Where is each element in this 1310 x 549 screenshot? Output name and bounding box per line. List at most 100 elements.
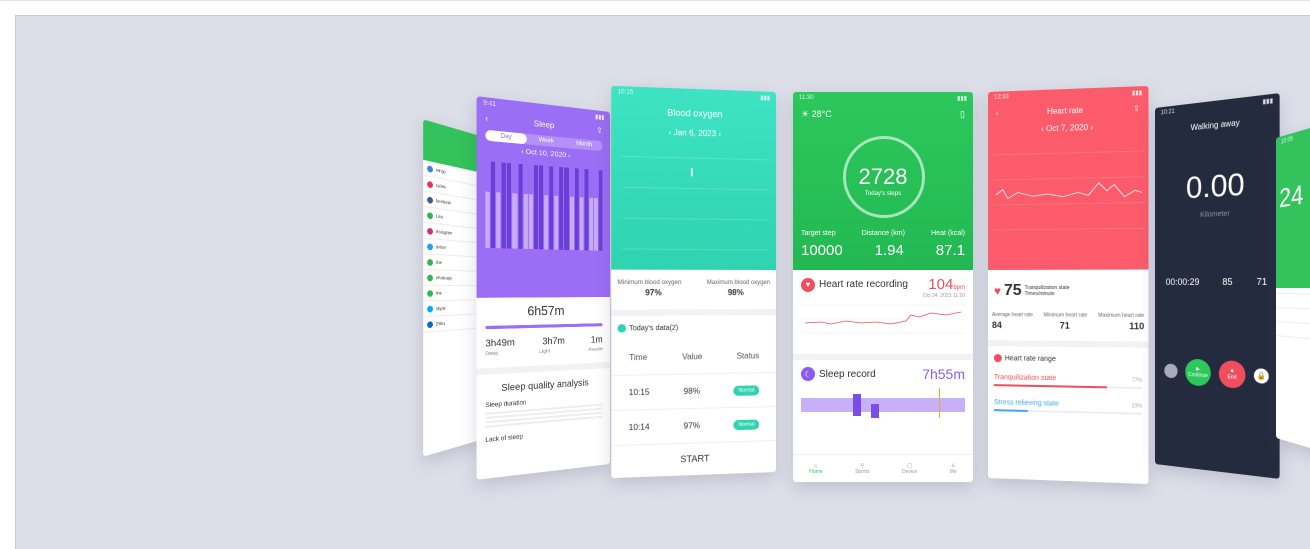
awake-value: 1m — [591, 334, 603, 344]
sleep-bar — [579, 197, 583, 250]
walking-time: 00:00:29 — [1166, 277, 1200, 287]
nav-home[interactable]: ⌂ Home — [809, 463, 822, 475]
app-icon — [427, 321, 433, 328]
next-date-icon[interactable]: › — [568, 152, 570, 159]
table-row: 10:15 98% Normal — [611, 373, 776, 411]
phone-sleep: 9:41 ▮▮▮ ‹ Sleep ⇪ Day Week Month ‹ Oct 1… — [477, 96, 610, 480]
walking-steps: 71 — [1257, 276, 1268, 287]
app-icon — [427, 305, 433, 312]
sleep-bar — [554, 196, 558, 250]
heat-value: 87.1 — [936, 242, 965, 259]
app-name: callee — [436, 182, 446, 189]
sleep-bar — [518, 164, 522, 249]
range-title: Heart rate range — [1005, 355, 1056, 363]
avg-label: Average heart rate — [992, 312, 1033, 318]
tab-week[interactable]: Week — [526, 134, 565, 148]
bottom-nav: ⌂ Home ⚲ Sports ◯ Device ♙ Me — [793, 454, 973, 482]
nav-device[interactable]: ◯ Device — [902, 463, 917, 475]
hr-day-chart — [988, 130, 1148, 255]
app-name: Instagram — [436, 229, 452, 236]
app-icon — [427, 274, 433, 281]
back-icon[interactable]: ‹ — [485, 113, 488, 123]
sleep-bar — [584, 169, 588, 250]
heart-icon: ♥ — [994, 284, 1001, 298]
sleep-bar — [485, 192, 489, 248]
next-date-icon[interactable]: › — [718, 129, 721, 138]
app-icon — [427, 258, 433, 265]
awake-label: Awake — [588, 346, 602, 353]
sleep-bar — [529, 194, 533, 249]
sleep-bar — [523, 194, 527, 249]
blood-oxygen-title: Blood oxygen — [611, 105, 776, 121]
heart-icon: ♥ — [801, 278, 815, 292]
sleep-date: Oct 10, 2020 — [526, 149, 566, 160]
sleep-chart — [485, 161, 602, 251]
continue-button[interactable]: ▶ Continue — [1185, 358, 1211, 386]
app-name: wingu — [436, 167, 446, 175]
lock-icon[interactable]: 🔒 — [1254, 368, 1269, 384]
min-bo-label: Minimum blood oxygen — [618, 280, 682, 286]
app-name: facebook — [436, 198, 451, 206]
sleep-bar — [559, 167, 563, 250]
share-icon[interactable]: ⇪ — [596, 126, 602, 136]
end-button[interactable]: ■ End — [1219, 360, 1246, 389]
bo-table: Time Value Status 10:15 98% Normal 10:14… — [611, 339, 776, 446]
sleep-bar — [496, 192, 500, 248]
app-name: whatsapp — [436, 275, 452, 281]
heart-rate-card[interactable]: ♥ Heart rate recording 104bpm Oct 24, 20… — [793, 270, 973, 360]
sleep-record-card[interactable]: ☾ Sleep record 7h55m — [793, 360, 973, 429]
steps-value: 2728 — [793, 164, 973, 190]
today-data-icon — [618, 324, 626, 332]
deep-value: 3h49m — [485, 337, 514, 349]
target-label: Target step — [801, 230, 836, 237]
map-icon[interactable] — [1164, 363, 1177, 378]
sleep-bar — [502, 162, 506, 248]
watch-icon[interactable]: ▯ — [960, 109, 965, 120]
app-icon — [427, 227, 433, 234]
distance-value: 1.94 — [875, 242, 904, 259]
sleep-bar — [534, 165, 538, 249]
share-icon[interactable]: ⇪ — [1133, 104, 1140, 113]
app-name: twitter — [436, 244, 446, 250]
range-2-pct: 23% — [1132, 403, 1142, 409]
tab-day[interactable]: Day — [485, 130, 526, 145]
app-name: Zhihu — [436, 320, 445, 326]
hr-unit: Times/minute — [1025, 291, 1055, 297]
row-value: 97% — [684, 421, 700, 431]
min-value: 71 — [1060, 320, 1070, 330]
max-bo-label: Maximum blood oxygen — [707, 280, 770, 286]
app-icon — [427, 211, 433, 218]
sleep-bar — [491, 162, 495, 249]
phone-home: 11:30 ▮▮▮ ☀ 28°C ▯ 2728 Today's steps Tar… — [793, 92, 973, 482]
status-badge: Normal — [734, 385, 760, 396]
phone-heart-rate: 12:33 ▮▮▮ ‹ Heart rate ⇪ ‹ Oct 7, 2020 › … — [988, 86, 1148, 484]
sleep-bar — [570, 197, 574, 251]
min-label: Minimum heart rate — [1044, 312, 1088, 318]
sleep-chart — [801, 388, 965, 418]
range-2-label: Stress relieving state — [994, 399, 1059, 408]
row-time: 10:15 — [629, 388, 650, 398]
phone-walking: 10:21 ▮▮▮ Walking away 0.00 Kilometer 00:… — [1155, 93, 1280, 479]
avg-value: 84 — [992, 320, 1002, 330]
back-icon[interactable]: ‹ — [996, 109, 999, 118]
sleep-bar — [549, 166, 553, 249]
hr-chart — [801, 299, 965, 343]
sleep-title: Sleep — [534, 119, 555, 131]
start-button[interactable]: START — [611, 441, 776, 477]
col-status: Status — [737, 351, 760, 360]
range-1-pct: 77% — [1132, 377, 1142, 383]
max-bo-value: 98% — [728, 288, 744, 297]
hr-current: 75 — [1004, 282, 1022, 300]
range-2-bar — [994, 409, 1027, 412]
max-value: 110 — [1129, 321, 1144, 331]
range-1-label: Tranquilization state — [994, 374, 1056, 382]
walking-distance: 0.00 — [1155, 165, 1280, 208]
next-date-icon[interactable]: › — [1090, 123, 1093, 132]
tab-month[interactable]: Month — [565, 138, 602, 152]
nav-me[interactable]: ♙ Me — [950, 463, 957, 475]
app-name: line — [436, 290, 442, 296]
status-time: 11:30 — [799, 95, 814, 102]
table-row: 10:14 97% Normal — [611, 407, 776, 446]
blood-oxygen-chart — [611, 135, 776, 260]
nav-sports[interactable]: ⚲ Sports — [855, 463, 869, 475]
